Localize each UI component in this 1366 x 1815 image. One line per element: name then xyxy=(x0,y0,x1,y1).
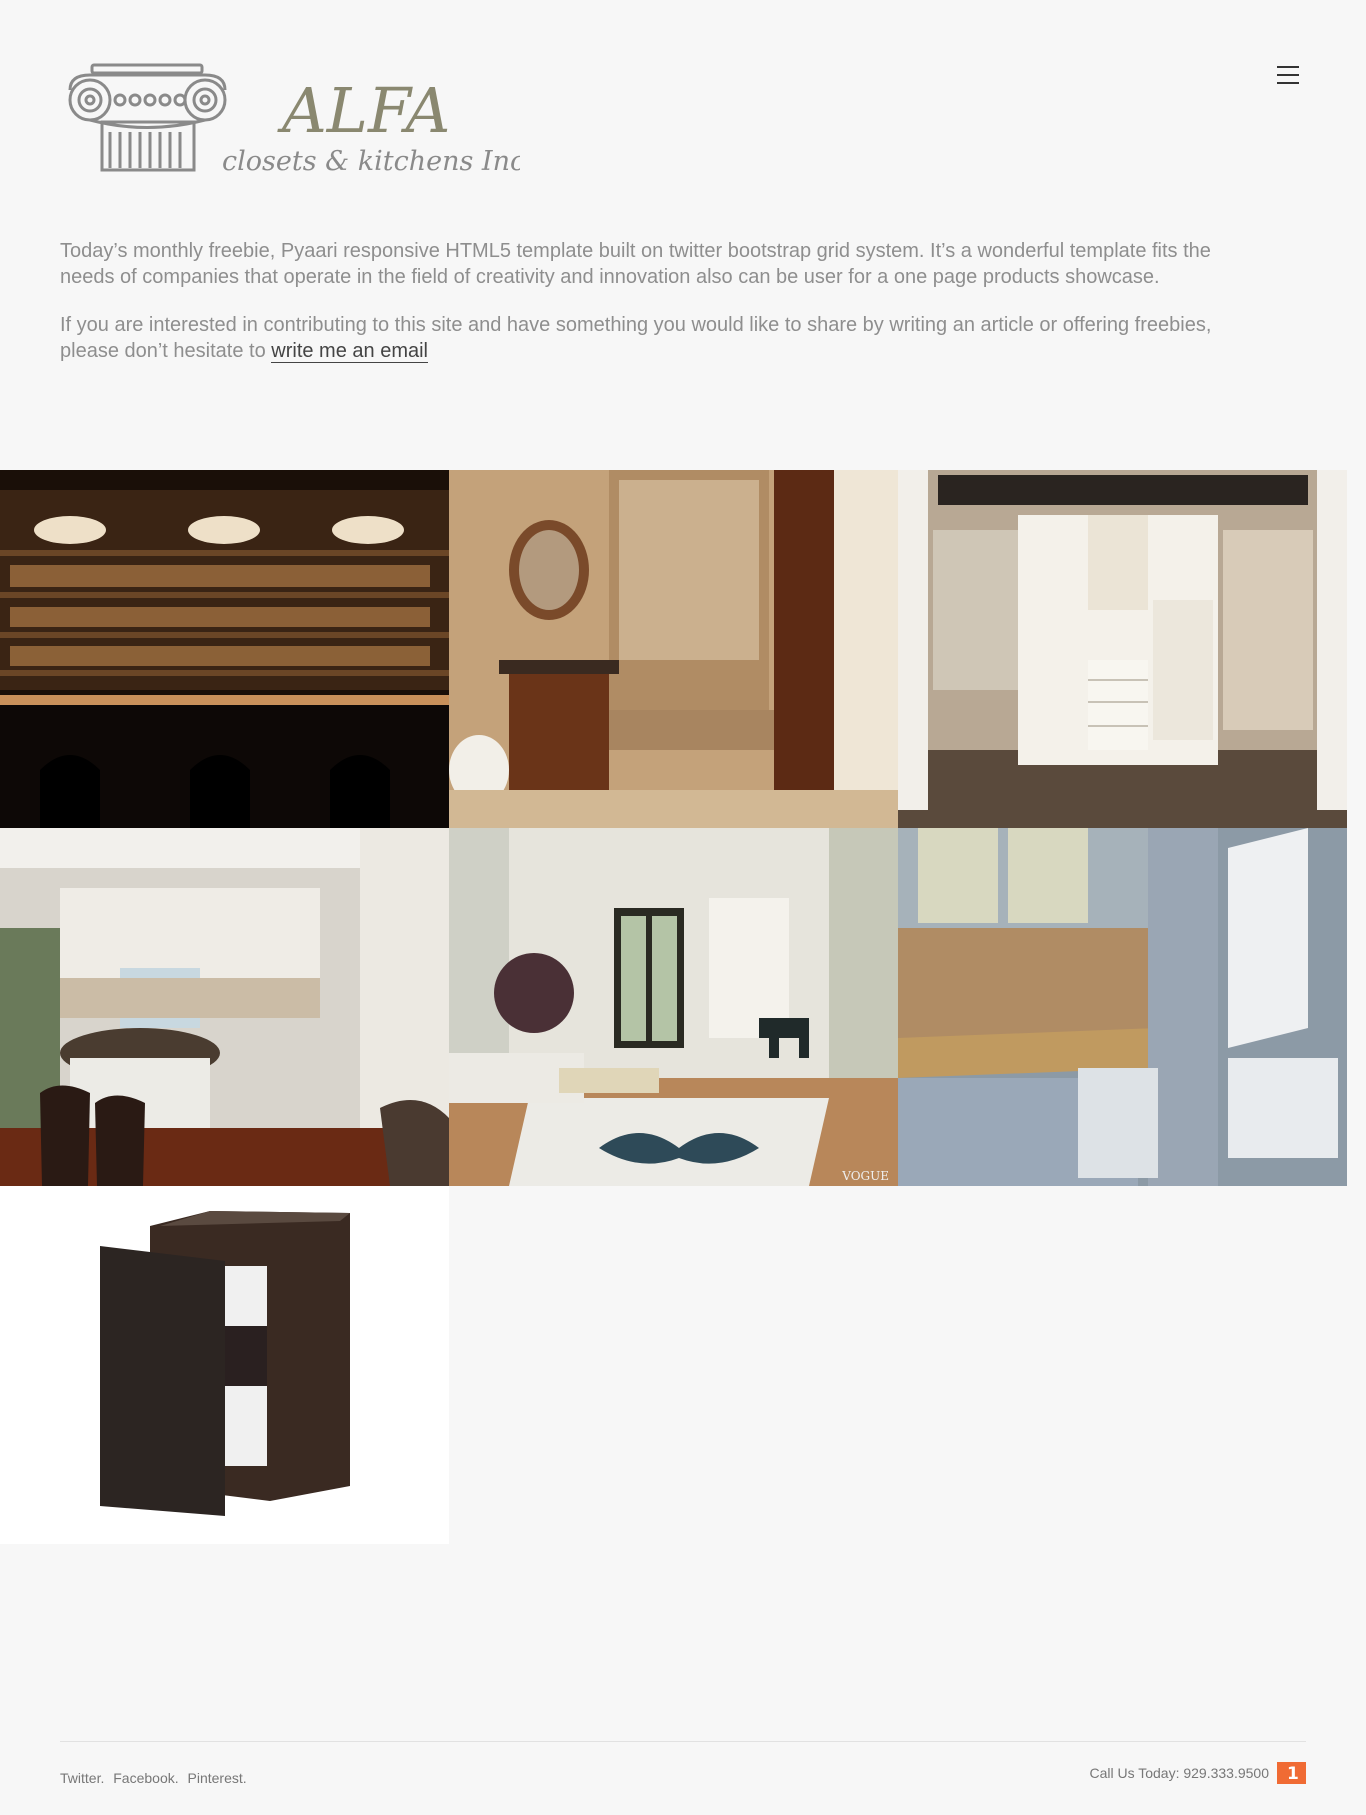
intro-paragraph-contact: If you are interested in contributing to… xyxy=(60,314,1212,363)
brand-tagline: closets & kitchens Inc. xyxy=(222,146,520,177)
gallery-item-cabinet[interactable] xyxy=(0,1186,449,1544)
footer-divider xyxy=(60,1741,1306,1742)
intro-paragraph: Today’s monthly freebie, Pyaari responsi… xyxy=(60,240,1211,288)
living-room-photo: VOGUE xyxy=(449,828,898,1186)
cabinet-photo xyxy=(0,1186,449,1544)
vogue-watermark: VOGUE xyxy=(841,1169,889,1183)
intro-text: Today’s monthly freebie, Pyaari responsi… xyxy=(60,238,1240,386)
social-links: Twitter. Facebook. Pinterest. xyxy=(60,1770,252,1786)
bar-photo xyxy=(0,470,449,828)
gallery-item-kitchen[interactable] xyxy=(0,828,449,1186)
bathroom-photo xyxy=(449,470,898,828)
email-link[interactable]: write me an email xyxy=(271,340,428,363)
column-capital-icon: ALFA closets & kitchens Inc. xyxy=(68,63,534,177)
fridge-photo xyxy=(898,828,1347,1186)
menu-button[interactable] xyxy=(1270,60,1306,90)
one-badge-icon[interactable]: 1 xyxy=(1277,1762,1306,1784)
kitchen-photo xyxy=(0,828,449,1186)
svg-text:1: 1 xyxy=(1287,1764,1299,1784)
company-logo[interactable]: ALFA closets & kitchens Inc. xyxy=(60,60,534,180)
brand-name: ALFA xyxy=(277,74,450,147)
facebook-link[interactable]: Facebook. xyxy=(113,1770,178,1786)
gallery-item-living-room[interactable]: VOGUE xyxy=(449,828,898,1186)
twitter-link[interactable]: Twitter. xyxy=(60,1770,104,1786)
call-info: Call Us Today: 929.333.9500 1 xyxy=(1089,1762,1306,1784)
gallery-item-bathroom[interactable] xyxy=(449,470,898,828)
pinterest-link[interactable]: Pinterest. xyxy=(188,1770,247,1786)
closet-photo xyxy=(898,470,1347,828)
gallery-item-closet[interactable] xyxy=(898,470,1347,828)
gallery-item-bar[interactable] xyxy=(0,470,449,828)
gallery-item-fridge[interactable] xyxy=(898,828,1347,1186)
phone-text: Call Us Today: 929.333.9500 xyxy=(1089,1765,1269,1781)
